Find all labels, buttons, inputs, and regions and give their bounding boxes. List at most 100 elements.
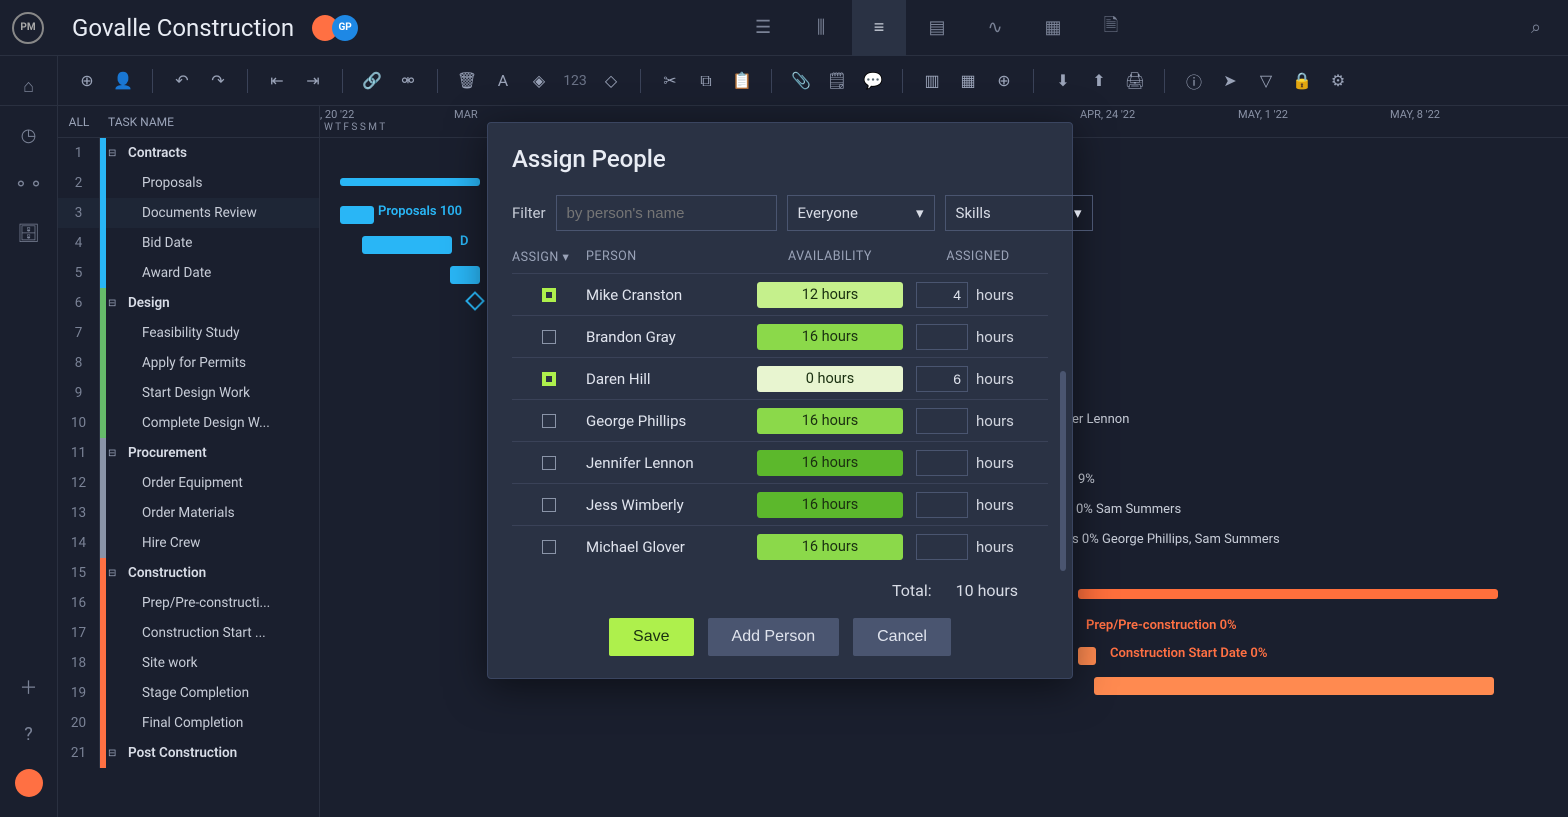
- board-view-icon[interactable]: ⫼: [794, 0, 848, 56]
- diamond-icon[interactable]: ◇: [596, 66, 626, 96]
- portfolio-icon[interactable]: 🗄: [17, 223, 40, 244]
- col-person[interactable]: PERSON: [586, 249, 752, 265]
- list-view-icon[interactable]: ☰: [736, 0, 790, 56]
- task-row[interactable]: 13 Order Materials: [58, 498, 319, 528]
- col-all[interactable]: ALL: [58, 115, 100, 129]
- task-row[interactable]: 9 Start Design Work: [58, 378, 319, 408]
- gantt-bar[interactable]: [340, 178, 480, 186]
- hours-input[interactable]: [916, 282, 968, 308]
- paste-icon[interactable]: 📋: [727, 66, 757, 96]
- lock-icon[interactable]: 🔒: [1287, 66, 1317, 96]
- collapse-icon[interactable]: ⊟: [108, 748, 122, 759]
- collapse-icon[interactable]: ⊟: [108, 568, 122, 579]
- add-person-button[interactable]: Add Person: [708, 618, 840, 656]
- send-icon[interactable]: ➤: [1215, 66, 1245, 96]
- gantt-bar[interactable]: [1078, 589, 1498, 599]
- filter-skills-select[interactable]: Skills ▾: [945, 195, 1093, 231]
- gantt-bar[interactable]: [1078, 647, 1096, 665]
- task-row[interactable]: 17 Construction Start ...: [58, 618, 319, 648]
- tag-icon[interactable]: ◈: [524, 66, 554, 96]
- help-icon[interactable]: ?: [24, 724, 33, 745]
- assign-checkbox[interactable]: [542, 540, 556, 554]
- assign-checkbox[interactable]: [542, 288, 556, 302]
- task-row[interactable]: 7 Feasibility Study: [58, 318, 319, 348]
- file-view-icon[interactable]: 🗎: [1084, 0, 1138, 56]
- info-icon[interactable]: ⓘ: [1179, 66, 1209, 96]
- activity-view-icon[interactable]: ∿: [968, 0, 1022, 56]
- recent-icon[interactable]: ◷: [21, 125, 37, 146]
- hours-input[interactable]: [916, 408, 968, 434]
- cancel-button[interactable]: Cancel: [853, 618, 951, 656]
- save-button[interactable]: Save: [609, 618, 693, 656]
- user-add-icon[interactable]: 👤: [108, 66, 138, 96]
- scrollbar[interactable]: [1060, 371, 1066, 571]
- collapse-icon[interactable]: ⊟: [108, 448, 122, 459]
- hours-input[interactable]: [916, 366, 968, 392]
- assign-checkbox[interactable]: [542, 498, 556, 512]
- assign-checkbox[interactable]: [542, 456, 556, 470]
- search-icon[interactable]: ⌕: [1516, 17, 1556, 38]
- add-item-icon[interactable]: ＋: [20, 674, 38, 700]
- gantt-view-icon[interactable]: ≡: [852, 0, 906, 56]
- export-icon[interactable]: ⬆: [1084, 66, 1114, 96]
- link-icon[interactable]: 🔗: [357, 66, 387, 96]
- task-row[interactable]: 20 Final Completion: [58, 708, 319, 738]
- filter-input[interactable]: [556, 195, 777, 231]
- hours-input[interactable]: [916, 534, 968, 560]
- assign-checkbox[interactable]: [542, 330, 556, 344]
- settings-icon[interactable]: ⚙: [1323, 66, 1353, 96]
- indent-icon[interactable]: ⇥: [298, 66, 328, 96]
- task-row[interactable]: 14 Hire Crew: [58, 528, 319, 558]
- columns-icon[interactable]: ▥: [917, 66, 947, 96]
- gantt-bar[interactable]: [1094, 677, 1494, 695]
- outdent-icon[interactable]: ⇤: [262, 66, 292, 96]
- import-icon[interactable]: ⬇: [1048, 66, 1078, 96]
- task-row[interactable]: 19 Stage Completion: [58, 678, 319, 708]
- task-row[interactable]: 10 Complete Design W...: [58, 408, 319, 438]
- col-task-name[interactable]: TASK NAME: [100, 115, 174, 129]
- comment-icon[interactable]: 💬: [858, 66, 888, 96]
- task-row[interactable]: 5 Award Date: [58, 258, 319, 288]
- gantt-bar[interactable]: [362, 236, 452, 254]
- grid-icon[interactable]: ▦: [953, 66, 983, 96]
- calendar-view-icon[interactable]: ▦: [1026, 0, 1080, 56]
- hours-input[interactable]: [916, 324, 968, 350]
- copy-icon[interactable]: ⧉: [691, 66, 721, 96]
- task-row[interactable]: 3 Documents Review: [58, 198, 319, 228]
- assign-checkbox[interactable]: [542, 414, 556, 428]
- filter-icon[interactable]: ▽: [1251, 66, 1281, 96]
- task-row[interactable]: 11 ⊟ Procurement: [58, 438, 319, 468]
- col-availability[interactable]: AVAILABILITY: [752, 249, 908, 265]
- col-assign[interactable]: ASSIGN ▾: [512, 249, 586, 265]
- attach-icon[interactable]: 📎: [786, 66, 816, 96]
- cut-icon[interactable]: ✂: [655, 66, 685, 96]
- task-row[interactable]: 16 Prep/Pre-constructi...: [58, 588, 319, 618]
- gantt-bar[interactable]: [340, 206, 374, 224]
- home-icon[interactable]: ⌂: [23, 76, 34, 97]
- app-logo[interactable]: PM: [12, 12, 44, 44]
- print-icon[interactable]: 🖨: [1120, 66, 1150, 96]
- hours-input[interactable]: [916, 450, 968, 476]
- zoom-icon[interactable]: ⊕: [989, 66, 1019, 96]
- hours-input[interactable]: [916, 492, 968, 518]
- unlink-icon[interactable]: ⚮: [393, 66, 423, 96]
- assign-checkbox[interactable]: [542, 372, 556, 386]
- task-row[interactable]: 12 Order Equipment: [58, 468, 319, 498]
- undo-icon[interactable]: ↶: [167, 66, 197, 96]
- filter-everyone-select[interactable]: Everyone ▾: [787, 195, 935, 231]
- task-row[interactable]: 1 ⊟ Contracts: [58, 138, 319, 168]
- collapse-icon[interactable]: ⊟: [108, 298, 122, 309]
- task-row[interactable]: 8 Apply for Permits: [58, 348, 319, 378]
- number-label[interactable]: 123: [560, 66, 590, 96]
- add-icon[interactable]: ⊕: [72, 66, 102, 96]
- user-avatar[interactable]: [15, 769, 43, 797]
- col-assigned[interactable]: ASSIGNED: [908, 249, 1048, 265]
- delete-icon[interactable]: 🗑: [452, 66, 482, 96]
- team-icon[interactable]: ⚬⚬: [13, 174, 43, 195]
- task-row[interactable]: 6 ⊟ Design: [58, 288, 319, 318]
- redo-icon[interactable]: ↷: [203, 66, 233, 96]
- task-row[interactable]: 2 Proposals: [58, 168, 319, 198]
- member-avatars[interactable]: GP: [312, 15, 358, 41]
- milestone-icon[interactable]: [465, 291, 485, 311]
- task-row[interactable]: 21 ⊟ Post Construction: [58, 738, 319, 768]
